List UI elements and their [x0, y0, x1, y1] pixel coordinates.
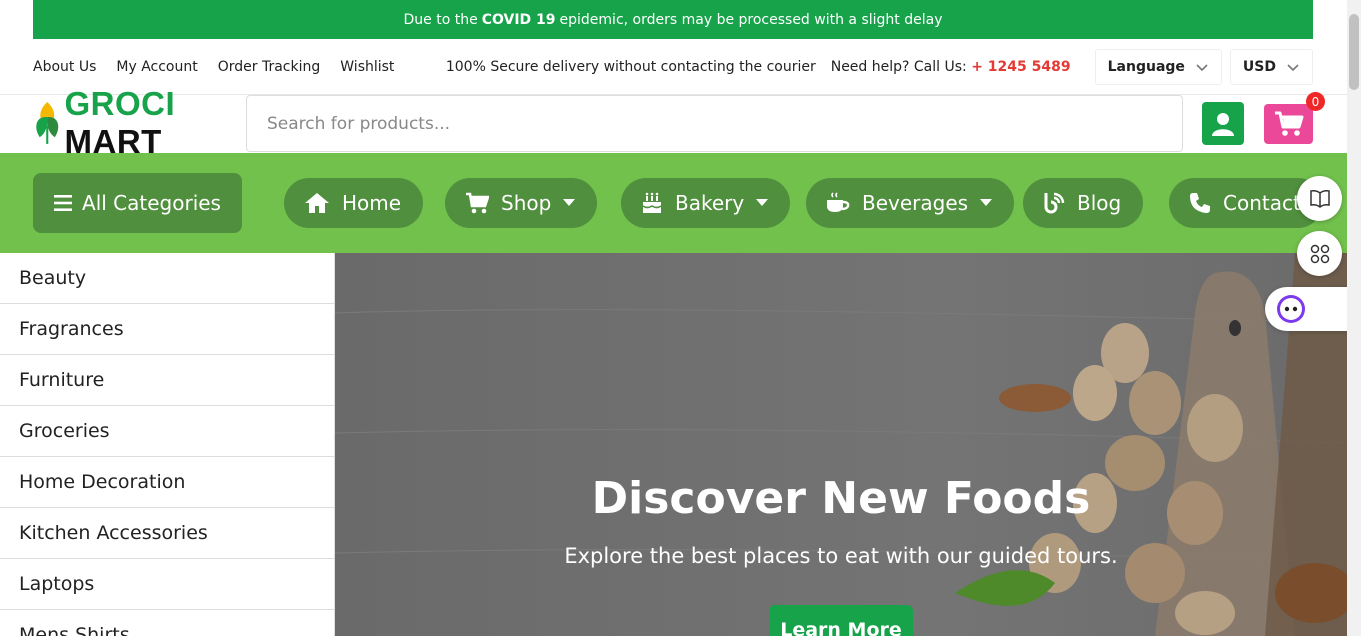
cart-icon: [1274, 111, 1303, 136]
learn-more-button[interactable]: Learn More: [769, 605, 913, 636]
home-icon: [305, 193, 329, 213]
category-kitchen-accessories[interactable]: Kitchen Accessories: [0, 508, 334, 559]
about-us-link[interactable]: About Us: [33, 59, 96, 75]
search-box: [246, 95, 1183, 152]
category-home-decoration[interactable]: Home Decoration: [0, 457, 334, 508]
all-categories-button[interactable]: All Categories: [33, 173, 242, 233]
all-categories-label: All Categories: [82, 191, 221, 215]
account-button[interactable]: [1202, 102, 1244, 145]
category-beauty[interactable]: Beauty: [0, 253, 334, 304]
main-nav: All Categories Home Shop Bakery Beverage…: [0, 153, 1347, 253]
assistant-widget-button[interactable]: [1265, 287, 1347, 331]
coffee-icon: [827, 192, 850, 212]
category-mens-shirts[interactable]: Mens Shirts: [0, 610, 334, 636]
nav-shop-label: Shop: [501, 191, 552, 215]
category-laptops[interactable]: Laptops: [0, 559, 334, 610]
top-links: About Us My Account Order Tracking Wishl…: [33, 59, 394, 75]
nav-bakery[interactable]: Bakery: [621, 178, 791, 228]
nav-bakery-label: Bakery: [675, 191, 745, 215]
cart-button[interactable]: [1264, 104, 1313, 144]
page-scrollbar[interactable]: [1347, 0, 1361, 636]
my-account-link[interactable]: My Account: [116, 59, 197, 75]
nav-home[interactable]: Home: [284, 178, 424, 228]
help-label: Need help? Call Us:: [830, 59, 967, 75]
announcement-suffix: epidemic, orders may be processed with a…: [559, 11, 943, 28]
search-input[interactable]: [247, 96, 1182, 151]
wishlist-link[interactable]: Wishlist: [340, 59, 394, 75]
caret-down-icon: [756, 199, 769, 206]
announcement-highlight: COVID 19: [481, 11, 556, 28]
site-logo[interactable]: GROCI MART: [33, 85, 247, 160]
help-phone[interactable]: + 1245 5489: [971, 59, 1070, 75]
nav-beverages[interactable]: Beverages: [806, 178, 1015, 228]
leaf-logo-icon: [36, 102, 59, 144]
reader-widget-button[interactable]: [1297, 176, 1342, 221]
chevron-down-icon: [1196, 64, 1208, 72]
logo-text: GROCI MART: [65, 85, 248, 161]
top-right: 100% Secure delivery without contacting …: [446, 49, 1313, 85]
hero-title: Discover New Foods: [591, 473, 1091, 524]
book-icon: [1309, 189, 1330, 208]
cart-icon: [466, 192, 489, 214]
category-groceries[interactable]: Groceries: [0, 406, 334, 457]
nav-home-label: Home: [342, 191, 402, 215]
currency-label: USD: [1242, 59, 1276, 75]
category-furniture[interactable]: Furniture: [0, 355, 334, 406]
nav-blog-label: Blog: [1077, 191, 1122, 215]
language-label: Language: [1107, 59, 1185, 75]
announcement-bar: Due to the COVID 19 epidemic, orders may…: [33, 0, 1313, 39]
phone-icon: [1190, 193, 1210, 213]
caret-down-icon: [563, 199, 576, 206]
currency-dropdown[interactable]: USD: [1229, 49, 1313, 85]
hero-banner: Discover New Foods Explore the best plac…: [335, 253, 1347, 636]
nav-contact-label: Contact: [1223, 191, 1301, 215]
secure-delivery-text: 100% Secure delivery without contacting …: [445, 59, 816, 75]
cart-count-badge: 0: [1306, 92, 1325, 111]
logo-text-part1: GROCI: [64, 85, 176, 122]
help-text: Need help? Call Us: + 1245 5489: [831, 59, 1071, 75]
chevron-down-icon: [1287, 64, 1299, 72]
cake-icon: [642, 192, 662, 213]
scrollbar-thumb[interactable]: [1349, 14, 1359, 90]
apps-widget-button[interactable]: [1297, 231, 1342, 276]
nav-beverages-label: Beverages: [862, 191, 969, 215]
nav-blog[interactable]: Blog: [1023, 178, 1144, 228]
blog-icon: [1044, 192, 1065, 214]
category-sidebar: Beauty Fragrances Furniture Groceries Ho…: [0, 253, 335, 636]
announcement-prefix: Due to the: [403, 11, 478, 28]
language-dropdown[interactable]: Language: [1094, 49, 1222, 85]
apps-icon: [1310, 244, 1329, 263]
nav-shop[interactable]: Shop: [445, 178, 598, 228]
menu-icon: [54, 195, 73, 211]
category-fragrances[interactable]: Fragrances: [0, 304, 334, 355]
user-icon: [1212, 112, 1234, 136]
hero-subtitle: Explore the best places to eat with our …: [564, 544, 1118, 568]
order-tracking-link[interactable]: Order Tracking: [218, 59, 321, 75]
caret-down-icon: [980, 199, 993, 206]
hero-background-image: [335, 253, 1347, 636]
assistant-icon: [1277, 295, 1305, 323]
